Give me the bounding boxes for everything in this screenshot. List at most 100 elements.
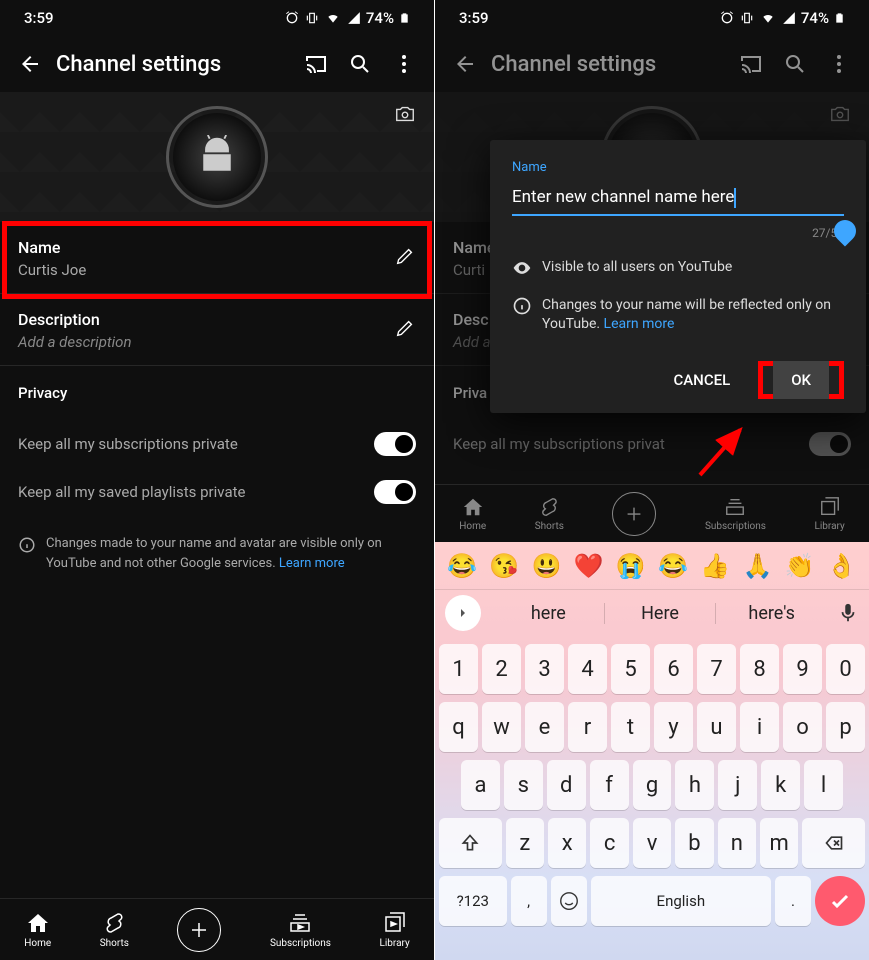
emoji-suggestion[interactable]: 👌 (827, 552, 857, 580)
key-l[interactable]: l (804, 760, 843, 810)
key-r[interactable]: r (568, 702, 607, 752)
key-a[interactable]: a (461, 760, 500, 810)
enter-key[interactable] (815, 876, 865, 926)
playlist-privacy-row[interactable]: Keep all my saved playlists private (0, 468, 434, 516)
emoji-suggestion[interactable]: 👍 (700, 552, 730, 580)
emoji-suggestion[interactable]: 😂 (447, 552, 477, 580)
subs-toggle[interactable] (374, 432, 416, 456)
suggestion[interactable]: here (493, 603, 605, 624)
nav-library[interactable]: Library (379, 911, 409, 949)
key-3[interactable]: 3 (525, 644, 564, 694)
comma-key[interactable]: , (511, 876, 547, 926)
key-x[interactable]: x (548, 818, 586, 868)
emoji-suggestion[interactable]: 😭 (616, 552, 646, 580)
key-0[interactable]: 0 (826, 644, 865, 694)
back-button[interactable] (443, 44, 487, 84)
cast-icon[interactable] (729, 44, 773, 84)
nav-create[interactable] (177, 908, 221, 952)
emoji-suggestion[interactable]: 👏 (785, 552, 815, 580)
text-cursor-handle[interactable] (829, 215, 860, 246)
expand-suggestions[interactable] (445, 595, 481, 631)
nav-home[interactable]: Home (24, 911, 51, 949)
key-6[interactable]: 6 (654, 644, 693, 694)
key-8[interactable]: 8 (740, 644, 779, 694)
ok-button[interactable]: OK (773, 361, 829, 399)
key-b[interactable]: b (675, 818, 713, 868)
privacy-header: Privacy (0, 366, 434, 420)
cast-icon[interactable] (294, 44, 338, 84)
name-edit-dialog: Name Enter new channel name here 27/50 V… (490, 140, 866, 413)
key-n[interactable]: n (718, 818, 756, 868)
playlist-toggle[interactable] (374, 480, 416, 504)
camera-icon[interactable] (825, 102, 855, 126)
period-key[interactable]: . (775, 876, 811, 926)
key-g[interactable]: g (633, 760, 672, 810)
emoji-suggestion[interactable]: 🙏 (742, 552, 772, 580)
key-v[interactable]: v (633, 818, 671, 868)
nav-shorts[interactable]: Shorts (535, 496, 564, 532)
key-4[interactable]: 4 (568, 644, 607, 694)
nav-subscriptions[interactable]: Subscriptions (270, 911, 331, 949)
shift-key[interactable] (439, 818, 502, 868)
key-s[interactable]: s (504, 760, 543, 810)
name-input[interactable]: Enter new channel name here (512, 183, 844, 216)
nav-create[interactable] (612, 492, 656, 536)
suggestion[interactable]: here's (716, 603, 827, 624)
symbols-key[interactable]: ?123 (439, 876, 507, 926)
emoji-suggestion[interactable]: ❤️ (574, 552, 604, 580)
key-5[interactable]: 5 (611, 644, 650, 694)
dialog-learn-more[interactable]: Learn more (604, 316, 675, 332)
key-t[interactable]: t (611, 702, 650, 752)
emoji-key[interactable] (551, 876, 587, 926)
avatar[interactable] (166, 106, 268, 208)
key-2[interactable]: 2 (482, 644, 521, 694)
info-icon (512, 296, 532, 316)
search-icon[interactable] (773, 44, 817, 84)
mic-icon[interactable] (837, 602, 859, 624)
key-c[interactable]: c (590, 818, 628, 868)
key-h[interactable]: h (675, 760, 714, 810)
emoji-suggestion[interactable]: 😃 (532, 552, 562, 580)
key-j[interactable]: j (718, 760, 757, 810)
key-f[interactable]: f (590, 760, 629, 810)
key-1[interactable]: 1 (439, 644, 478, 694)
backspace-key[interactable] (802, 818, 865, 868)
key-u[interactable]: u (697, 702, 736, 752)
subs-privacy-row[interactable]: Keep all my subscriptions private (0, 420, 434, 468)
key-q[interactable]: q (439, 702, 478, 752)
key-e[interactable]: e (525, 702, 564, 752)
key-7[interactable]: 7 (697, 644, 736, 694)
cancel-button[interactable]: CANCEL (673, 371, 730, 389)
key-d[interactable]: d (547, 760, 586, 810)
key-o[interactable]: o (783, 702, 822, 752)
emoji-suggestion[interactable]: 😂 (658, 552, 688, 580)
more-icon[interactable] (817, 44, 861, 84)
suggestion[interactable]: Here (605, 603, 717, 624)
camera-icon[interactable] (390, 102, 420, 126)
key-y[interactable]: y (654, 702, 693, 752)
emoji-suggestion[interactable]: 😘 (489, 552, 519, 580)
key-z[interactable]: z (506, 818, 544, 868)
key-m[interactable]: m (760, 818, 798, 868)
key-9[interactable]: 9 (783, 644, 822, 694)
nav-library[interactable]: Library (814, 496, 844, 532)
description-section[interactable]: Description Add a description (0, 294, 434, 366)
edit-name-icon[interactable] (394, 245, 416, 271)
nav-subscriptions[interactable]: Subscriptions (705, 496, 766, 532)
app-bar-2: Channel settings (435, 36, 869, 92)
info-icon (18, 536, 36, 554)
key-p[interactable]: p (826, 702, 865, 752)
nav-shorts[interactable]: Shorts (100, 911, 129, 949)
back-button[interactable] (8, 44, 52, 84)
learn-more-link[interactable]: Learn more (279, 556, 345, 571)
nav-home[interactable]: Home (459, 496, 486, 532)
channel-banner[interactable] (0, 92, 434, 222)
key-w[interactable]: w (482, 702, 521, 752)
space-key[interactable]: English (591, 876, 771, 926)
edit-desc-icon[interactable] (394, 317, 416, 343)
search-icon[interactable] (338, 44, 382, 84)
key-i[interactable]: i (740, 702, 779, 752)
key-k[interactable]: k (761, 760, 800, 810)
more-icon[interactable] (382, 44, 426, 84)
name-section[interactable]: Name Curtis Joe (0, 222, 434, 294)
